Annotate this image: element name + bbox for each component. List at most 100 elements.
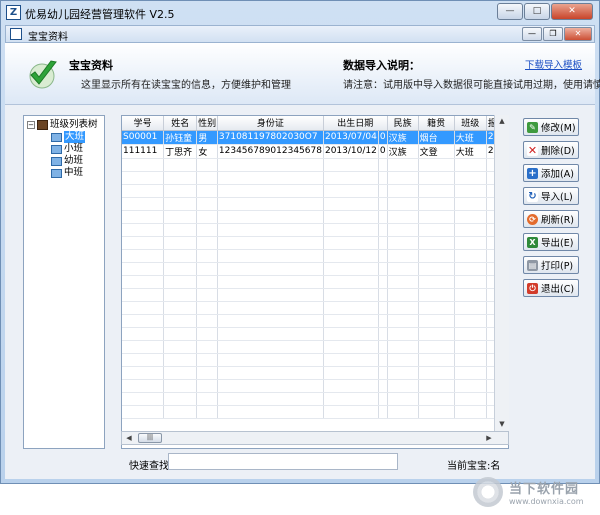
- tree-item-zhongban[interactable]: 中班: [51, 167, 83, 179]
- watermark-name: 当下软件园: [509, 482, 580, 497]
- edit-button[interactable]: ✎ 修改(M): [523, 118, 579, 136]
- empty-cell: [454, 223, 487, 237]
- table-cell: 371081197802030O7: [217, 130, 324, 145]
- column-header[interactable]: 姓名: [163, 116, 198, 131]
- print-icon: ▤: [527, 259, 538, 271]
- empty-cell: [418, 262, 455, 276]
- empty-cell: [122, 249, 165, 263]
- print-button[interactable]: ▤ 打印(P): [523, 256, 579, 274]
- scroll-down-icon[interactable]: ▼: [495, 418, 509, 431]
- scroll-up-icon[interactable]: ▲: [495, 115, 509, 128]
- quick-search-input[interactable]: [168, 453, 398, 470]
- empty-cell: [122, 171, 165, 185]
- empty-cell: [196, 340, 218, 354]
- column-header[interactable]: 性别: [196, 116, 218, 131]
- empty-cell: [163, 379, 198, 393]
- export-button[interactable]: X 导出(E): [523, 233, 579, 251]
- maximize-button[interactable]: □: [524, 3, 550, 20]
- column-header[interactable]: 籍贯: [418, 116, 455, 131]
- student-table: 学号 姓名 性别 身份证 出生日期 民族 籍贯 班级 报名 S00001 孙钰童: [121, 115, 509, 449]
- import-label: 导入(L): [541, 192, 573, 203]
- empty-cell: [217, 340, 324, 354]
- tree-item-xiaoban[interactable]: 小班: [51, 143, 83, 155]
- child-close-button[interactable]: ✕: [564, 27, 592, 41]
- empty-cell: [387, 184, 419, 198]
- scroll-thumb[interactable]: |||: [138, 433, 162, 443]
- refresh-button[interactable]: ⟳ 刷新(R): [523, 210, 579, 228]
- empty-cell: [418, 249, 455, 263]
- empty-cell: [196, 249, 218, 263]
- import-icon: ↻: [527, 190, 538, 202]
- tree-root-label: 班级列表树: [50, 119, 98, 130]
- print-label: 打印(P): [541, 261, 574, 272]
- column-header[interactable]: 民族: [387, 116, 419, 131]
- close-button[interactable]: ✕: [551, 3, 593, 20]
- tree-item-label: 小班: [64, 143, 84, 154]
- empty-cell: [323, 405, 379, 419]
- table-cell: 汉族: [387, 144, 419, 159]
- vertical-scrollbar[interactable]: ▲ ▼: [494, 115, 509, 431]
- empty-cell: [387, 158, 419, 172]
- folder-icon: [51, 132, 62, 142]
- minimize-button[interactable]: —: [497, 3, 523, 20]
- table-row[interactable]: 111111 丁思齐 女 123456789012345678 2013/10/…: [122, 144, 508, 159]
- scroll-left-icon[interactable]: ◀: [122, 432, 136, 444]
- empty-cell: [163, 275, 198, 289]
- refresh-icon: ⟳: [527, 213, 538, 225]
- tree-item-youban[interactable]: 幼班: [51, 155, 83, 167]
- tree-root[interactable]: − 班级列表树: [27, 119, 98, 131]
- column-header[interactable]: 出生日期: [323, 116, 388, 131]
- empty-row: [122, 340, 508, 354]
- download-template-link[interactable]: 下载导入模板: [525, 57, 582, 71]
- empty-cell: [196, 158, 218, 172]
- empty-cell: [217, 392, 324, 406]
- empty-cell: [323, 301, 379, 315]
- empty-cell: [217, 301, 324, 315]
- exit-button[interactable]: ⏻ 退出(C): [523, 279, 579, 297]
- empty-cell: [323, 366, 379, 380]
- empty-cell: [387, 392, 419, 406]
- import-button[interactable]: ↻ 导入(L): [523, 187, 579, 205]
- column-header[interactable]: 班级: [454, 116, 487, 131]
- watermark-url: www.downxia.com: [509, 497, 584, 506]
- child-window-icon: [10, 28, 22, 40]
- empty-cell: [122, 288, 165, 302]
- collapse-icon[interactable]: −: [27, 121, 35, 129]
- tree-item-daban[interactable]: 大班: [51, 131, 86, 143]
- empty-row: [122, 236, 508, 250]
- empty-cell: [323, 158, 379, 172]
- delete-button[interactable]: ✕ 删除(D): [523, 141, 579, 159]
- empty-cell: [122, 379, 165, 393]
- add-button[interactable]: + 添加(A): [523, 164, 579, 182]
- empty-cell: [378, 405, 388, 419]
- empty-cell: [163, 236, 198, 250]
- add-label: 添加(A): [541, 169, 574, 180]
- empty-cell: [418, 236, 455, 250]
- table-cell: 丁思齐: [163, 144, 198, 159]
- empty-cell: [454, 301, 487, 315]
- export-label: 导出(E): [541, 238, 574, 249]
- page-header: 宝宝资料 这里显示所有在读宝宝的信息，方便维护和管理 数据导入说明： 请注意：试…: [5, 43, 600, 105]
- child-restore-button[interactable]: ❐: [543, 27, 563, 41]
- client-area: 宝宝资料 这里显示所有在读宝宝的信息，方便维护和管理 数据导入说明： 请注意：试…: [5, 43, 600, 507]
- empty-row: [122, 366, 508, 380]
- empty-cell: [418, 158, 455, 172]
- horizontal-scrollbar[interactable]: ◀ ||| ▶: [121, 431, 509, 445]
- exit-label: 退出(C): [541, 284, 575, 295]
- column-header[interactable]: 学号: [122, 116, 165, 131]
- table-cell: 大班: [454, 130, 487, 145]
- table-row[interactable]: S00001 孙钰童 男 371081197802030O7 2013/07/0…: [122, 130, 508, 145]
- empty-cell: [196, 288, 218, 302]
- exit-icon: ⏻: [527, 282, 538, 294]
- empty-cell: [454, 392, 487, 406]
- column-header[interactable]: 身份证: [217, 116, 324, 131]
- child-minimize-button[interactable]: —: [522, 27, 542, 41]
- empty-cell: [454, 353, 487, 367]
- edit-label: 修改(M): [541, 123, 576, 134]
- empty-cell: [122, 197, 165, 211]
- empty-cell: [418, 171, 455, 185]
- empty-cell: [387, 171, 419, 185]
- table-cell: 烟台: [418, 130, 455, 145]
- page-title: 宝宝资料: [69, 59, 113, 72]
- scroll-right-icon[interactable]: ▶: [482, 432, 496, 444]
